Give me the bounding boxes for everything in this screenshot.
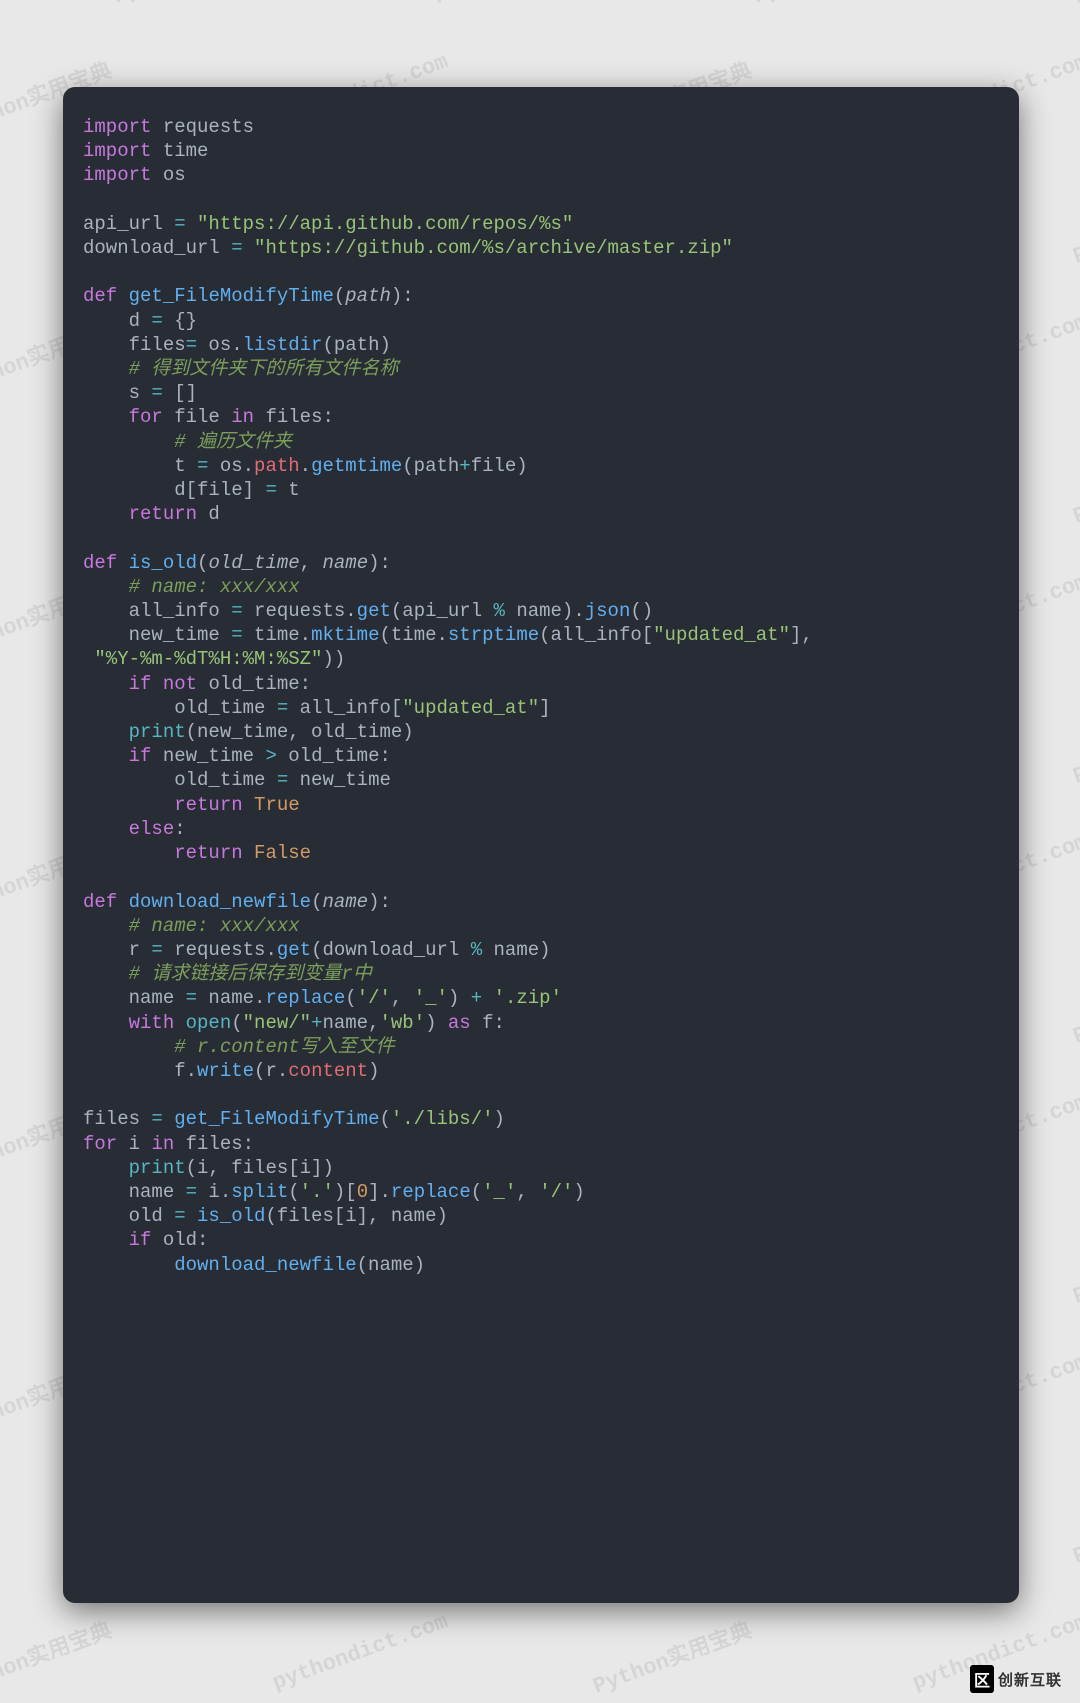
code-line: if new_time > old_time: bbox=[83, 744, 999, 768]
badge-icon: 区 bbox=[970, 1665, 994, 1693]
watermark-text: Python实用宝典 bbox=[1068, 442, 1080, 529]
code-line: new_time = time.mktime(time.strptime(all… bbox=[83, 623, 999, 647]
watermark-text: pythondict.com bbox=[430, 0, 612, 6]
code-line: print(new_time, old_time) bbox=[83, 720, 999, 744]
watermark-text: Python实用宝典 bbox=[0, 1612, 116, 1699]
watermark-text: Python实用宝典 bbox=[1068, 1222, 1080, 1309]
code-line: return False bbox=[83, 841, 999, 865]
code-line: "%Y-%m-%dT%H:%M:%SZ")) bbox=[83, 647, 999, 671]
code-line: download_newfile(name) bbox=[83, 1253, 999, 1277]
code-line: d[file] = t bbox=[83, 478, 999, 502]
code-window: import requestsimport timeimport os api_… bbox=[63, 87, 1019, 1603]
watermark-text: Python实用宝典 bbox=[1068, 702, 1080, 789]
code-line: print(i, files[i]) bbox=[83, 1156, 999, 1180]
badge-text: 创新互联 bbox=[998, 1669, 1062, 1690]
code-content: import requestsimport timeimport os api_… bbox=[83, 115, 999, 1277]
watermark-text: Python实用宝典 bbox=[1068, 962, 1080, 1049]
code-line: import time bbox=[83, 139, 999, 163]
watermark-text: Python实用宝典 bbox=[1068, 1482, 1080, 1569]
code-line bbox=[83, 188, 999, 212]
watermark-text: pythondict.com bbox=[270, 1609, 452, 1696]
code-line: download_url = "https://github.com/%s/ar… bbox=[83, 236, 999, 260]
code-line: # name: xxx/xxx bbox=[83, 575, 999, 599]
code-line: if old: bbox=[83, 1228, 999, 1252]
code-line: old_time = all_info["updated_at"] bbox=[83, 696, 999, 720]
code-line: # r.content写入至文件 bbox=[83, 1035, 999, 1059]
watermark-text: Python实用宝典 bbox=[748, 0, 916, 10]
code-line: def is_old(old_time, name): bbox=[83, 551, 999, 575]
code-line bbox=[83, 1083, 999, 1107]
code-line: def download_newfile(name): bbox=[83, 890, 999, 914]
code-line: t = os.path.getmtime(path+file) bbox=[83, 454, 999, 478]
code-line: for i in files: bbox=[83, 1132, 999, 1156]
code-line: f.write(r.content) bbox=[83, 1059, 999, 1083]
watermark-text: pythondict.com bbox=[1070, 0, 1080, 6]
code-line: for file in files: bbox=[83, 405, 999, 429]
code-line: all_info = requests.get(api_url % name).… bbox=[83, 599, 999, 623]
code-line: else: bbox=[83, 817, 999, 841]
watermark-text: Python实用宝典 bbox=[588, 1612, 756, 1699]
code-line: import requests bbox=[83, 115, 999, 139]
code-line: name = i.split('.')[0].replace('_', '/') bbox=[83, 1180, 999, 1204]
code-line: s = [] bbox=[83, 381, 999, 405]
code-line: # name: xxx/xxx bbox=[83, 914, 999, 938]
code-line: return d bbox=[83, 502, 999, 526]
code-line: with open("new/"+name,'wb') as f: bbox=[83, 1011, 999, 1035]
code-line bbox=[83, 260, 999, 284]
code-line: def get_FileModifyTime(path): bbox=[83, 284, 999, 308]
code-line: old = is_old(files[i], name) bbox=[83, 1204, 999, 1228]
code-line: d = {} bbox=[83, 309, 999, 333]
code-line bbox=[83, 865, 999, 889]
code-line: api_url = "https://api.github.com/repos/… bbox=[83, 212, 999, 236]
code-line: r = requests.get(download_url % name) bbox=[83, 938, 999, 962]
code-line: # 得到文件夹下的所有文件名称 bbox=[83, 357, 999, 381]
code-line bbox=[83, 526, 999, 550]
code-line: # 请求链接后保存到变量r中 bbox=[83, 962, 999, 986]
code-line: files= os.listdir(path) bbox=[83, 333, 999, 357]
code-line: if not old_time: bbox=[83, 672, 999, 696]
site-badge: 区 创新互联 bbox=[970, 1665, 1062, 1693]
code-line: return True bbox=[83, 793, 999, 817]
code-line: import os bbox=[83, 163, 999, 187]
code-line: # 遍历文件夹 bbox=[83, 430, 999, 454]
code-line: old_time = new_time bbox=[83, 768, 999, 792]
watermark-text: Python实用宝典 bbox=[108, 0, 276, 10]
watermark-text: Python实用宝典 bbox=[1068, 182, 1080, 269]
code-line: name = name.replace('/', '_') + '.zip' bbox=[83, 986, 999, 1010]
code-line: files = get_FileModifyTime('./libs/') bbox=[83, 1107, 999, 1131]
